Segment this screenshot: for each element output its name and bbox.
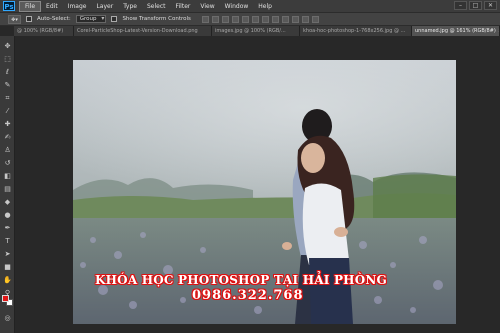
quick-select-icon[interactable]: ✎	[3, 81, 12, 90]
auto-select-dropdown[interactable]: Group	[75, 15, 107, 23]
eraser-icon[interactable]: ◧	[3, 172, 12, 181]
quick-mask-icon[interactable]: ◎	[3, 314, 12, 323]
maximize-button[interactable]: □	[469, 1, 482, 10]
healing-icon[interactable]: ✚	[3, 120, 12, 129]
align-icons	[201, 15, 319, 23]
align-top-icon[interactable]	[201, 15, 209, 23]
history-brush-icon[interactable]: ↺	[3, 159, 12, 168]
menu-view[interactable]: View	[195, 1, 219, 12]
marquee-icon[interactable]: ⬚	[3, 55, 12, 64]
menu-file[interactable]: File	[19, 0, 42, 12]
menu-filter[interactable]: Filter	[171, 1, 196, 12]
foreground-color-swatch[interactable]	[2, 295, 9, 302]
tab-label: @ 100% (RGB/8#)	[17, 28, 64, 34]
align-vcenter-icon[interactable]	[211, 15, 219, 23]
minimize-button[interactable]: –	[454, 1, 467, 10]
distribute-right-icon[interactable]	[311, 15, 319, 23]
distribute-hcenter-icon[interactable]	[301, 15, 309, 23]
distribute-top-icon[interactable]	[261, 15, 269, 23]
ad-phone-text: 0986.322.768	[192, 288, 304, 303]
auto-select-label: Auto-Select:	[37, 16, 71, 22]
distribute-vcenter-icon[interactable]	[271, 15, 279, 23]
move-tool-preset-icon[interactable]: ✥▾	[8, 14, 21, 24]
window-controls: – □ ✕	[454, 1, 497, 10]
hand-icon[interactable]: ✋	[3, 276, 12, 285]
move-icon[interactable]: ✥	[3, 42, 12, 51]
tab-document-2[interactable]: Corel-ParticleShop-Latest-Version-Downlo…	[74, 26, 212, 36]
options-bar: ✥▾ Auto-Select: Group Show Transform Con…	[0, 12, 500, 26]
ad-title-text: KHÓA HỌC PHOTOSHOP TẠI HẢI PHÒNG	[95, 273, 387, 287]
crop-icon[interactable]: ⌗	[3, 94, 12, 103]
close-button[interactable]: ✕	[484, 1, 497, 10]
shape-icon[interactable]: ■	[3, 263, 12, 272]
photoshop-logo[interactable]: Ps	[3, 1, 15, 11]
tab-label: images.jpg @ 100% (RGB/...	[215, 28, 286, 34]
auto-select-checkbox[interactable]	[26, 16, 32, 22]
menu-bar: Ps File Edit Image Layer Type Select Fil…	[0, 0, 500, 12]
tab-document-1[interactable]: @ 100% (RGB/8#)	[14, 26, 74, 36]
menu-type[interactable]: Type	[118, 1, 142, 12]
menu-layer[interactable]: Layer	[91, 1, 118, 12]
blur-icon[interactable]: ◆	[3, 198, 12, 207]
distribute-left-icon[interactable]	[291, 15, 299, 23]
eyedropper-icon[interactable]: ⁄	[3, 107, 12, 116]
tab-document-4[interactable]: khoa-hoc-photoshop-1-768x256.jpg @ ...	[300, 26, 412, 36]
lasso-icon[interactable]: ℓ	[3, 68, 12, 77]
tab-label: khoa-hoc-photoshop-1-768x256.jpg @ ...	[303, 28, 406, 34]
brush-icon[interactable]: ✍	[3, 133, 12, 142]
type-icon[interactable]: T	[3, 237, 12, 246]
tab-document-3[interactable]: images.jpg @ 100% (RGB/...	[212, 26, 300, 36]
pen-icon[interactable]: ✒	[3, 224, 12, 233]
align-hcenter-icon[interactable]	[241, 15, 249, 23]
menu-help[interactable]: Help	[253, 1, 277, 12]
transform-controls-label: Show Transform Controls	[122, 16, 191, 22]
tools-panel: ✥ ⬚ ℓ ✎ ⌗ ⁄ ✚ ✍ ♙ ↺ ◧ ▤ ◆ ● ✒ T ➤ ■ ✋ ⚲ …	[0, 36, 15, 333]
tab-label: Corel-ParticleShop-Latest-Version-Downlo…	[77, 28, 198, 34]
clone-stamp-icon[interactable]: ♙	[3, 146, 12, 155]
tab-document-active[interactable]: unnamed.jpg @ 161% (RGB/8#)×	[412, 26, 500, 36]
path-select-icon[interactable]: ➤	[3, 250, 12, 259]
distribute-bottom-icon[interactable]	[281, 15, 289, 23]
align-left-icon[interactable]	[231, 15, 239, 23]
menu-window[interactable]: Window	[220, 1, 254, 12]
gradient-icon[interactable]: ▤	[3, 185, 12, 194]
menu-image[interactable]: Image	[63, 1, 92, 12]
tab-label: unnamed.jpg @ 161% (RGB/8#)	[415, 28, 496, 34]
dodge-icon[interactable]: ●	[3, 211, 12, 220]
menu-edit[interactable]: Edit	[41, 1, 63, 12]
align-right-icon[interactable]	[251, 15, 259, 23]
menu-select[interactable]: Select	[142, 1, 171, 12]
document-tabs: @ 100% (RGB/8#) Corel-ParticleShop-Lates…	[14, 26, 500, 36]
align-bottom-icon[interactable]	[221, 15, 229, 23]
transform-controls-checkbox[interactable]	[111, 16, 118, 22]
